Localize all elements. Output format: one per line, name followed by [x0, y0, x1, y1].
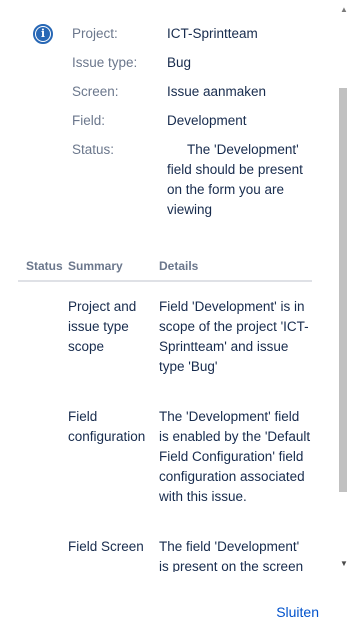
table-header: Status Summary Details: [18, 258, 312, 282]
table-row: Field configuration The 'Development' fi…: [18, 392, 312, 522]
header-status: Status: [26, 259, 63, 273]
close-button[interactable]: Sluiten: [276, 604, 319, 620]
row-details: The field 'Development' is present on th…: [159, 539, 304, 572]
row-details: Field 'Development' is in scope of the p…: [159, 299, 309, 374]
info-label: Issue type:: [72, 55, 138, 70]
row-summary: Field configuration: [68, 409, 146, 444]
dialog-content[interactable]: i Project: ICT-Sprintteam Issue type: Bu…: [0, 0, 336, 572]
header-summary: Summary: [68, 259, 123, 273]
info-label: Status:: [72, 142, 115, 157]
info-row-project: Project: ICT-Sprintteam: [72, 24, 322, 44]
info-label: Field:: [72, 113, 106, 128]
header-details: Details: [159, 259, 199, 273]
info-value: Bug: [167, 55, 192, 70]
table-row: Field Screen The field 'Development' is …: [18, 522, 312, 572]
checks-table: Status Summary Details Project and issue…: [18, 258, 312, 572]
info-value: ICT-Sprintteam: [167, 26, 258, 41]
info-row-issue-type: Issue type: Bug: [72, 53, 322, 73]
triangle-down-icon[interactable]: ▼: [340, 560, 348, 568]
info-row-status: Status: The 'Development' field should b…: [72, 140, 322, 220]
field-helper-dialog: i Project: ICT-Sprintteam Issue type: Bu…: [0, 0, 349, 637]
row-summary: Field Screen: [68, 539, 144, 554]
info-label: Screen:: [72, 84, 119, 99]
info-status-value: The 'Development' field should be presen…: [167, 142, 303, 217]
dialog-footer: Sluiten: [0, 572, 349, 637]
row-details: The 'Development' field is enabled by th…: [159, 409, 311, 504]
info-value: Issue aanmaken: [167, 84, 267, 99]
table-row: Project and issue type scope Field 'Deve…: [18, 282, 312, 392]
row-status: [18, 297, 68, 377]
triangle-up-icon[interactable]: ▲: [340, 6, 348, 14]
row-status: [18, 407, 68, 507]
info-icon: i: [33, 24, 53, 44]
vertical-scrollbar[interactable]: ▲ ▼: [337, 0, 349, 572]
field-info-list: Project: ICT-Sprintteam Issue type: Bug …: [72, 24, 322, 229]
row-summary: Project and issue type scope: [68, 299, 137, 354]
info-row-screen: Screen: Issue aanmaken: [72, 82, 322, 102]
info-row-field: Field: Development: [72, 111, 322, 131]
scrollbar-thumb[interactable]: [339, 88, 347, 492]
info-value: Development: [167, 113, 247, 128]
info-label: Project:: [72, 26, 118, 41]
row-status: [18, 537, 68, 572]
